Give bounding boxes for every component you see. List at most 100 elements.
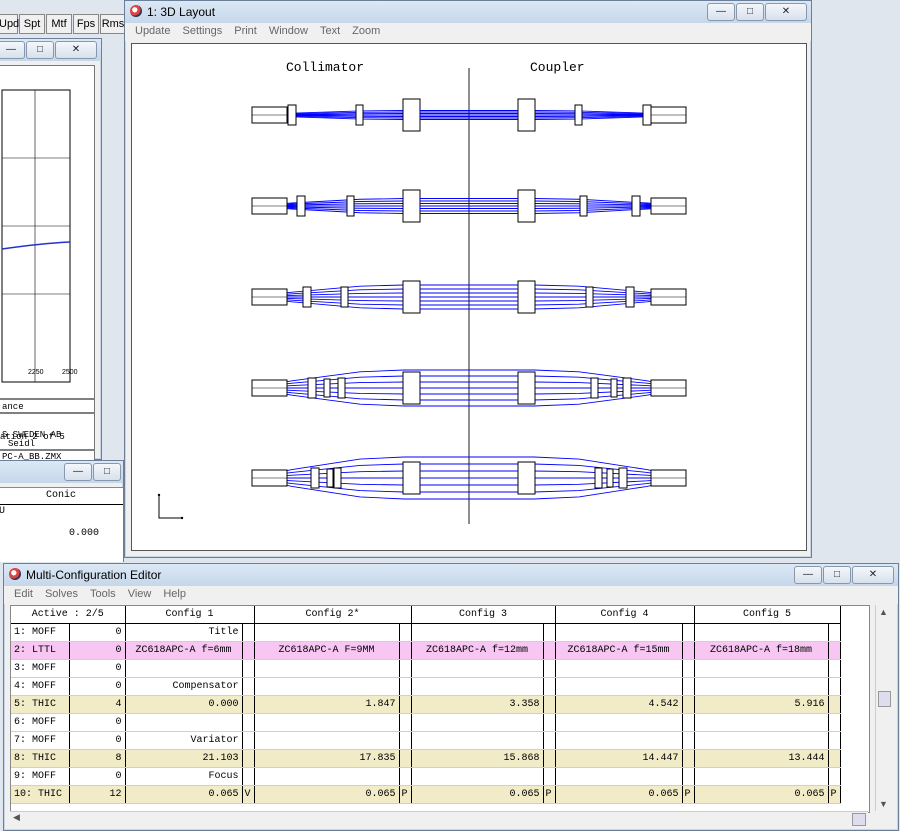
config-cell[interactable] <box>411 623 544 642</box>
solve-flag[interactable] <box>242 659 255 678</box>
close-button[interactable]: ✕ <box>852 566 894 584</box>
close-button[interactable]: ✕ <box>765 3 807 21</box>
close-button[interactable]: ✕ <box>55 41 97 59</box>
solve-flag[interactable] <box>242 677 255 696</box>
solve-flag[interactable] <box>399 767 412 786</box>
solve-flag[interactable] <box>242 749 255 768</box>
menu-text[interactable]: Text <box>314 23 346 41</box>
config-cell[interactable] <box>555 677 683 696</box>
config-cell[interactable]: 14.447 <box>555 749 683 768</box>
operand-type[interactable]: 1: MOFF <box>11 623 70 642</box>
operand-number[interactable]: 0 <box>69 623 126 642</box>
config-cell[interactable]: 0.065 <box>254 785 400 804</box>
operand-number[interactable]: 0 <box>69 659 126 678</box>
menu-update[interactable]: Update <box>129 23 176 41</box>
config-cell[interactable] <box>694 623 829 642</box>
menu-tools[interactable]: Tools <box>84 586 122 604</box>
solve-flag[interactable] <box>828 623 841 642</box>
solve-flag[interactable] <box>828 767 841 786</box>
solve-flag[interactable] <box>543 623 556 642</box>
solve-flag[interactable] <box>543 731 556 750</box>
solve-flag[interactable] <box>543 641 556 660</box>
config-header[interactable]: Config 2* <box>254 606 412 624</box>
solve-flag[interactable] <box>682 767 695 786</box>
solve-flag[interactable]: P <box>682 785 695 804</box>
solve-flag[interactable] <box>682 623 695 642</box>
menu-solves[interactable]: Solves <box>39 586 84 604</box>
config-cell[interactable]: Title <box>125 623 243 642</box>
config-cell[interactable] <box>555 659 683 678</box>
solve-flag[interactable]: P <box>828 785 841 804</box>
minimize-button[interactable]: — <box>64 463 92 481</box>
config-cell[interactable] <box>694 659 829 678</box>
solve-flag[interactable] <box>399 623 412 642</box>
config-cell[interactable] <box>254 731 400 750</box>
solve-flag[interactable] <box>543 677 556 696</box>
solve-flag[interactable]: P <box>543 785 556 804</box>
operand-number[interactable]: 0 <box>69 641 126 660</box>
scroll-thumb[interactable] <box>852 813 866 826</box>
config-cell[interactable] <box>125 659 243 678</box>
config-cell[interactable]: ZC618APC-A f=18mm <box>694 641 829 660</box>
menu-settings[interactable]: Settings <box>176 23 228 41</box>
config-cell[interactable] <box>694 677 829 696</box>
toolbar-button-fps[interactable]: Fps <box>73 14 99 34</box>
solve-flag[interactable] <box>543 695 556 714</box>
toolbar-button-mtf[interactable]: Mtf <box>46 14 72 34</box>
solve-flag[interactable] <box>399 731 412 750</box>
config-cell[interactable] <box>555 767 683 786</box>
minimize-button[interactable]: — <box>794 566 822 584</box>
solve-flag[interactable] <box>242 623 255 642</box>
solve-flag[interactable] <box>828 731 841 750</box>
operand-type[interactable]: 6: MOFF <box>11 713 70 732</box>
menu-window[interactable]: Window <box>263 23 314 41</box>
conic-value[interactable]: 0.000 <box>69 528 99 539</box>
operand-type[interactable]: 8: THIC <box>11 749 70 768</box>
config-cell[interactable] <box>555 731 683 750</box>
toolbar-button-spt[interactable]: Spt <box>19 14 45 34</box>
config-cell[interactable] <box>555 623 683 642</box>
maximize-button[interactable]: □ <box>823 566 851 584</box>
operand-type[interactable]: 3: MOFF <box>11 659 70 678</box>
config-cell[interactable]: 0.065 <box>125 785 243 804</box>
solve-flag[interactable] <box>242 695 255 714</box>
config-cell[interactable] <box>254 713 400 732</box>
config-cell[interactable]: Focus <box>125 767 243 786</box>
menu-edit[interactable]: Edit <box>8 586 39 604</box>
vertical-scrollbar[interactable]: ▲ ▼ <box>875 605 892 811</box>
solve-flag[interactable] <box>828 677 841 696</box>
menu-print[interactable]: Print <box>228 23 263 41</box>
config-cell[interactable]: 5.916 <box>694 695 829 714</box>
solve-flag[interactable] <box>828 749 841 768</box>
config-cell[interactable] <box>694 713 829 732</box>
config-cell[interactable] <box>411 731 544 750</box>
solve-flag[interactable] <box>828 659 841 678</box>
config-cell[interactable]: 15.868 <box>411 749 544 768</box>
config-cell[interactable]: Variator <box>125 731 243 750</box>
config-cell[interactable] <box>411 659 544 678</box>
config-header[interactable]: Config 5 <box>694 606 841 624</box>
operand-type[interactable]: 10: THIC <box>11 785 70 804</box>
config-cell[interactable] <box>555 713 683 732</box>
solve-flag[interactable] <box>828 713 841 732</box>
solve-flag[interactable] <box>828 695 841 714</box>
operand-type[interactable]: 4: MOFF <box>11 677 70 696</box>
solve-flag[interactable] <box>682 731 695 750</box>
operand-number[interactable]: 0 <box>69 677 126 696</box>
config-cell[interactable]: 0.065 <box>694 785 829 804</box>
maximize-button[interactable]: □ <box>26 41 54 59</box>
operand-number[interactable]: 8 <box>69 749 126 768</box>
config-cell[interactable]: 13.444 <box>694 749 829 768</box>
solve-flag[interactable] <box>399 749 412 768</box>
config-header[interactable]: Config 4 <box>555 606 695 624</box>
menu-help[interactable]: Help <box>157 586 192 604</box>
solve-flag[interactable] <box>543 767 556 786</box>
solve-flag[interactable] <box>242 767 255 786</box>
config-cell[interactable] <box>411 677 544 696</box>
toolbar-button-rms[interactable]: Rms <box>100 14 126 34</box>
operand-number[interactable]: 0 <box>69 713 126 732</box>
config-cell[interactable] <box>411 713 544 732</box>
config-cell[interactable]: ZC618APC-A f=6mm <box>125 641 243 660</box>
maximize-button[interactable]: □ <box>93 463 121 481</box>
solve-flag[interactable] <box>682 695 695 714</box>
